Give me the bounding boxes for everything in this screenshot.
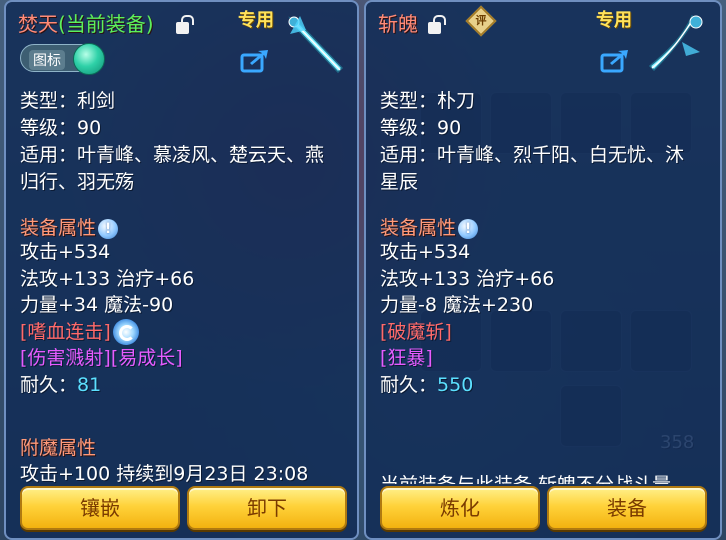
weapon-blade-icon: [648, 14, 703, 72]
icon-toggle[interactable]: 图标: [20, 43, 105, 75]
special-label: 专用: [238, 10, 274, 31]
icon-toggle-label: 图标: [29, 50, 65, 70]
durability-label: 耐久：: [380, 373, 438, 396]
skill-purple: [狂暴]: [380, 347, 433, 369]
compare-equipment-panel: 斩魄 评 专用 类型：朴刀 等级：90 适用：叶青峰、烈千阳、白无忧、沐 星辰 …: [364, 0, 722, 540]
help-icon[interactable]: !: [98, 218, 119, 239]
stat-line: 攻击+534: [20, 241, 111, 263]
durability-value: 550: [437, 373, 474, 396]
lock-icon[interactable]: [428, 15, 446, 34]
inlay-button[interactable]: 镶嵌: [20, 486, 180, 530]
skill-red-row: [嗜血连击]: [20, 319, 194, 345]
unequip-button[interactable]: 卸下: [187, 486, 347, 530]
item-info: 类型：利剑 等级：90 适用：叶青峰、慕凌风、楚云天、燕 归行、羽无殇: [20, 88, 324, 196]
enchant-section-header: 附魔属性: [20, 437, 97, 459]
stat-line: 法攻+133 治疗+66: [20, 267, 195, 290]
stat-line: 法攻+133 治疗+66: [380, 267, 555, 290]
durability-label: 耐久：: [20, 373, 78, 396]
refine-button[interactable]: 炼化: [380, 486, 540, 530]
eval-badge-icon[interactable]: 评: [465, 5, 497, 37]
item-info: 类型：朴刀 等级：90 适用：叶青峰、烈千阳、白无忧、沐 星辰: [380, 88, 684, 196]
item-name: 斩魄: [378, 12, 418, 36]
skill-red: [破魔斩]: [380, 320, 452, 343]
clipped-compare-text: 当前装备与此装备 斩魄不分战斗量: [380, 474, 671, 484]
item-title: 斩魄: [378, 8, 418, 37]
stats-block: 攻击+534 法攻+133 治疗+66 力量+34 魔法-90 [嗜血连击] […: [20, 239, 194, 398]
item-level: 等级：90: [20, 117, 102, 139]
item-level: 等级：90: [380, 117, 462, 139]
stats-block: 攻击+534 法攻+133 治疗+66 力量-8 魔法+230 [破魔斩] [狂…: [380, 239, 554, 398]
spin-icon[interactable]: [112, 319, 139, 345]
item-title: 焚天(当前装备): [18, 8, 154, 37]
weapon-sword-icon: [288, 16, 344, 74]
skill-purple: [伤害溅射][易成长]: [20, 347, 183, 369]
enchant-line: 攻击+100 持续到9月23日 23:08: [20, 463, 309, 485]
attr-section-header: 装备属性!: [380, 213, 479, 240]
item-applicable: 适用：叶青峰、烈千阳、白无忧、沐: [380, 144, 685, 166]
current-equipment-panel: 焚天(当前装备) 专用 图标 类型：利剑 等级：90 适用：叶青峰、慕凌风、楚云…: [4, 0, 359, 540]
special-label: 专用: [596, 10, 632, 31]
current-equip-tag: (当前装备): [58, 12, 154, 36]
equip-button[interactable]: 装备: [547, 486, 707, 530]
stat-line: 力量-8 魔法+230: [380, 294, 534, 316]
help-icon[interactable]: !: [458, 218, 479, 239]
item-type: 类型：朴刀: [380, 90, 476, 112]
eval-badge-text: 评: [475, 14, 487, 27]
toggle-knob: [73, 43, 105, 75]
item-applicable-cont: 星辰: [380, 171, 419, 193]
share-icon[interactable]: [240, 47, 270, 73]
item-name: 焚天: [18, 12, 58, 36]
stat-line: 攻击+534: [380, 241, 471, 263]
attr-header-text: 装备属性: [380, 217, 457, 239]
attr-header-text: 装备属性: [20, 217, 97, 239]
attr-section-header: 装备属性!: [20, 213, 119, 240]
lock-icon[interactable]: [176, 15, 194, 34]
stat-line: 力量+34 魔法-90: [20, 294, 174, 316]
item-type: 类型：利剑: [20, 90, 116, 112]
item-applicable: 适用：叶青峰、慕凌风、楚云天、燕: [20, 144, 325, 166]
durability-row: 耐久：550: [380, 372, 554, 399]
item-applicable-cont: 归行、羽无殇: [20, 171, 135, 193]
durability-value: 81: [77, 373, 102, 396]
share-icon[interactable]: [600, 47, 630, 73]
skill-red: [嗜血连击]: [20, 320, 111, 343]
durability-row: 耐久：81: [20, 372, 194, 399]
